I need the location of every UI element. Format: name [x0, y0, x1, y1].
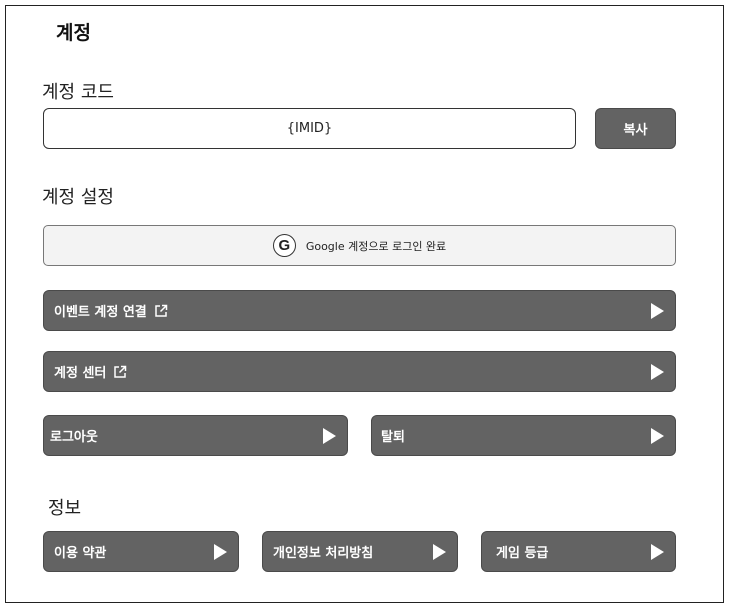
google-login-label: Google 계정으로 로그인 완료 [305, 239, 447, 253]
account-code-value: {IMID} [286, 121, 333, 136]
logout-label: 로그아웃 [50, 430, 98, 445]
event-account-link-button[interactable]: 이벤트 계정 연결 [43, 290, 676, 331]
play-arrow-icon [651, 427, 664, 444]
play-arrow-icon [651, 363, 664, 380]
play-arrow-icon [433, 543, 446, 560]
withdraw-button[interactable]: 탈퇴 [371, 415, 676, 456]
game-rating-label: 게임 등급 [496, 546, 549, 561]
play-arrow-icon [651, 302, 664, 319]
terms-button[interactable]: 이용 약관 [43, 531, 239, 572]
external-link-icon [114, 365, 127, 378]
account-code-field[interactable]: {IMID} [43, 108, 576, 149]
account-center-label: 계정 센터 [54, 366, 107, 381]
google-icon: G [272, 234, 296, 257]
play-arrow-icon [214, 543, 227, 560]
event-account-link-label: 이벤트 계정 연결 [54, 305, 147, 320]
info-section-label: 정보 [48, 498, 82, 519]
copy-button-label: 복사 [623, 123, 648, 138]
privacy-policy-button[interactable]: 개인정보 처리방침 [262, 531, 458, 572]
google-login-button[interactable]: G Google 계정으로 로그인 완료 [43, 225, 676, 266]
withdraw-label: 탈퇴 [381, 430, 405, 445]
play-arrow-icon [651, 543, 664, 560]
account-code-section-label: 계정 코드 [42, 82, 114, 103]
account-settings-section-label: 계정 설정 [42, 187, 114, 208]
external-link-icon [155, 304, 168, 317]
page-title: 계정 [56, 22, 91, 44]
play-arrow-icon [323, 427, 336, 444]
copy-button[interactable]: 복사 [595, 108, 676, 149]
terms-label: 이용 약관 [54, 546, 107, 561]
privacy-policy-label: 개인정보 처리방침 [273, 546, 374, 561]
game-rating-button[interactable]: 게임 등급 [481, 531, 676, 572]
account-center-button[interactable]: 계정 센터 [43, 351, 676, 392]
logout-button[interactable]: 로그아웃 [43, 415, 348, 456]
